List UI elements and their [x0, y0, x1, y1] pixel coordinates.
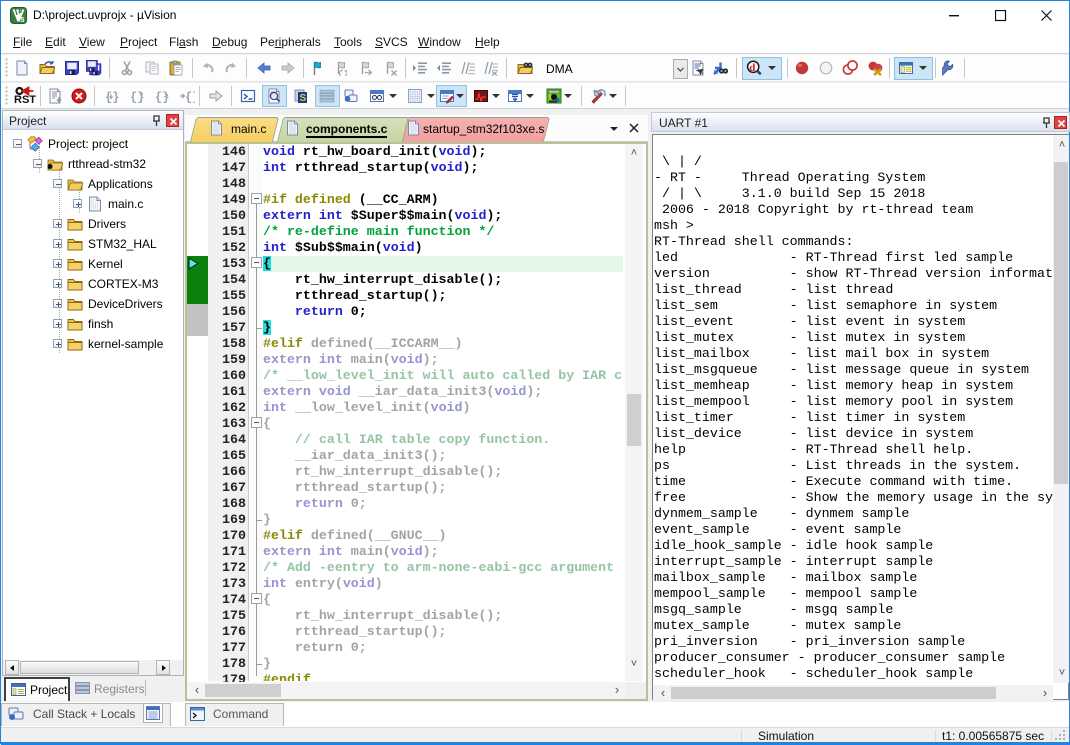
- svg-text:5: 5: [20, 15, 24, 24]
- svg-text:S: S: [300, 93, 307, 104]
- svg-text:d: d: [749, 62, 755, 74]
- svg-text:{}: {}: [185, 91, 195, 105]
